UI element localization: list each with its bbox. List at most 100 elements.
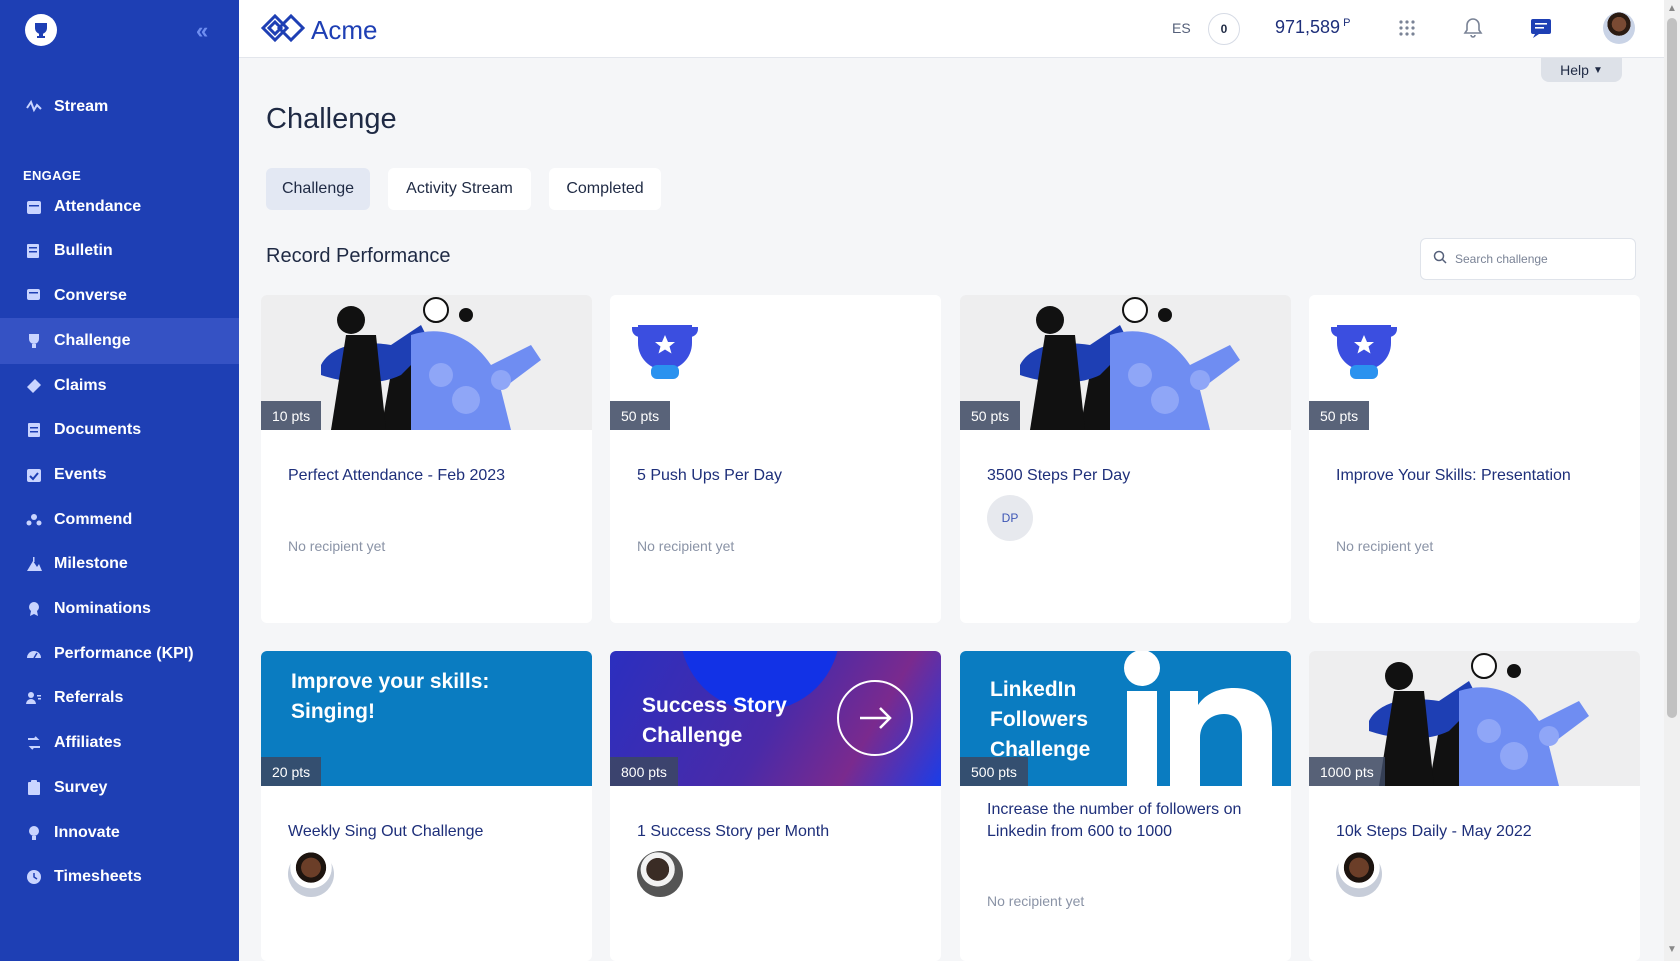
sidebar-item-label: Converse bbox=[54, 287, 127, 304]
tab-activity-stream[interactable]: Activity Stream bbox=[388, 168, 531, 210]
sidebar-item-bulletin[interactable]: Bulletin bbox=[0, 228, 239, 274]
brand[interactable]: Acme bbox=[260, 12, 378, 49]
calendar-icon bbox=[25, 198, 43, 216]
bell-icon[interactable] bbox=[1461, 16, 1485, 40]
commend-icon bbox=[25, 511, 43, 529]
stream-icon bbox=[25, 98, 43, 116]
lightbulb-icon bbox=[25, 824, 43, 842]
sidebar-item-affiliates[interactable]: Affiliates bbox=[0, 720, 239, 766]
card-title[interactable]: 5 Push Ups Per Day bbox=[637, 465, 927, 487]
sidebar-item-performance[interactable]: Performance (KPI) bbox=[0, 631, 239, 677]
tab-completed[interactable]: Completed bbox=[549, 168, 661, 210]
survey-icon bbox=[25, 779, 43, 797]
sidebar-item-attendance[interactable]: Attendance bbox=[0, 184, 239, 230]
recipient-status: No recipient yet bbox=[1336, 538, 1434, 554]
milestone-icon bbox=[25, 555, 43, 573]
sidebar-item-challenge[interactable]: Challenge bbox=[0, 318, 239, 364]
recipient-avatar[interactable]: DP bbox=[987, 495, 1033, 541]
card-title[interactable]: 1 Success Story per Month bbox=[637, 821, 927, 843]
sidebar-item-events[interactable]: Events bbox=[0, 452, 239, 498]
scrollbar[interactable]: ▲ ▼ bbox=[1664, 0, 1680, 961]
chat-icon bbox=[25, 287, 43, 305]
search-box[interactable] bbox=[1420, 238, 1636, 280]
challenge-card[interactable]: Improve your skills: Singing! 20 pts Wee… bbox=[261, 651, 592, 961]
top-bar: Acme ES 0 971,589 P bbox=[239, 0, 1664, 58]
sidebar-item-label: Bulletin bbox=[54, 242, 113, 259]
points-badge: 20 pts bbox=[261, 757, 322, 786]
challenge-card[interactable]: 10 pts Perfect Attendance - Feb 2023 No … bbox=[261, 295, 592, 623]
card-title[interactable]: Increase the number of followers on Link… bbox=[987, 799, 1277, 843]
sidebar-item-label: Milestone bbox=[54, 555, 128, 572]
card-title[interactable]: Weekly Sing Out Challenge bbox=[288, 821, 578, 843]
language-switch[interactable]: ES bbox=[1172, 20, 1191, 36]
scroll-thumb[interactable] bbox=[1667, 18, 1677, 718]
points-badge: 500 pts bbox=[960, 757, 1028, 786]
card-image: LinkedIn Followers Challenge 500 pts bbox=[960, 651, 1291, 786]
challenge-card[interactable]: LinkedIn Followers Challenge 500 pts Inc… bbox=[960, 651, 1291, 961]
apps-grid-icon[interactable] bbox=[1395, 16, 1419, 40]
sidebar-item-documents[interactable]: Documents bbox=[0, 407, 239, 453]
card-image: Improve your skills: Singing! 20 pts bbox=[261, 651, 592, 786]
sidebar-item-nominations[interactable]: Nominations bbox=[0, 586, 239, 632]
notification-count-badge[interactable]: 0 bbox=[1208, 13, 1240, 45]
points-badge: 10 pts bbox=[261, 401, 322, 430]
gauge-icon bbox=[25, 645, 43, 663]
sidebar-item-label: Survey bbox=[54, 779, 108, 796]
recipient-avatar[interactable] bbox=[288, 851, 334, 897]
points-balance[interactable]: 971,589 P bbox=[1275, 17, 1350, 38]
banner-text: Improve your skills: Singing! bbox=[291, 670, 490, 723]
challenge-card[interactable]: 1000 pts 10k Steps Daily - May 2022 bbox=[1309, 651, 1640, 961]
sidebar-item-label: Referrals bbox=[54, 689, 124, 706]
recipient-status: No recipient yet bbox=[987, 893, 1085, 909]
sidebar-item-converse[interactable]: Converse bbox=[0, 273, 239, 319]
points-badge: 1000 pts bbox=[1309, 757, 1385, 786]
tab-challenge[interactable]: Challenge bbox=[266, 168, 370, 210]
banner-text: LinkedIn Followers Challenge bbox=[990, 678, 1091, 761]
scroll-down-icon[interactable]: ▼ bbox=[1667, 944, 1677, 955]
brand-logo-icon bbox=[260, 12, 306, 49]
banner-text: Success Story Challenge bbox=[642, 694, 787, 747]
scroll-up-icon[interactable]: ▲ bbox=[1667, 3, 1677, 14]
points-badge: 50 pts bbox=[1309, 401, 1370, 430]
sidebar-item-claims[interactable]: Claims bbox=[0, 363, 239, 409]
trophy-icon bbox=[25, 332, 43, 350]
card-title[interactable]: Improve Your Skills: Presentation bbox=[1336, 465, 1626, 487]
sidebar-item-timesheets[interactable]: Timesheets bbox=[0, 854, 239, 900]
challenge-card[interactable]: Success Story Challenge 800 pts 1 Succes… bbox=[610, 651, 941, 961]
card-title[interactable]: 3500 Steps Per Day bbox=[987, 465, 1277, 487]
search-input[interactable] bbox=[1455, 252, 1625, 266]
card-image: Success Story Challenge 800 pts bbox=[610, 651, 941, 786]
search-icon bbox=[1433, 250, 1447, 269]
sidebar-section-label: ENGAGE bbox=[23, 168, 82, 183]
page-title: Challenge bbox=[266, 103, 397, 135]
points-badge: 800 pts bbox=[610, 757, 678, 786]
help-label: Help bbox=[1560, 62, 1589, 78]
challenge-card[interactable]: 50 pts 5 Push Ups Per Day No recipient y… bbox=[610, 295, 941, 623]
sidebar-item-stream[interactable]: Stream bbox=[0, 84, 239, 130]
sidebar-item-label: Documents bbox=[54, 421, 142, 438]
sidebar-item-innovate[interactable]: Innovate bbox=[0, 810, 239, 856]
brand-name: Acme bbox=[311, 15, 378, 45]
chevron-down-icon: ▼ bbox=[1592, 64, 1603, 76]
referral-icon bbox=[25, 689, 43, 707]
recipient-avatar[interactable] bbox=[1336, 851, 1382, 897]
sidebar-item-commend[interactable]: Commend bbox=[0, 497, 239, 543]
sidebar-item-referrals[interactable]: Referrals bbox=[0, 675, 239, 721]
card-title[interactable]: 10k Steps Daily - May 2022 bbox=[1336, 821, 1626, 843]
sidebar-item-milestone[interactable]: Milestone bbox=[0, 541, 239, 587]
messages-icon[interactable] bbox=[1529, 16, 1553, 40]
collapse-sidebar-icon[interactable]: « bbox=[196, 18, 208, 44]
challenge-card[interactable]: 50 pts Improve Your Skills: Presentation… bbox=[1309, 295, 1640, 623]
sidebar-item-label: Performance (KPI) bbox=[54, 645, 194, 662]
section-title: Record Performance bbox=[266, 245, 451, 267]
challenge-card[interactable]: 50 pts 3500 Steps Per Day DP bbox=[960, 295, 1291, 623]
sidebar-item-label: Nominations bbox=[54, 600, 151, 617]
app-logo-icon[interactable] bbox=[25, 14, 57, 46]
sidebar-item-survey[interactable]: Survey bbox=[0, 765, 239, 811]
card-title[interactable]: Perfect Attendance - Feb 2023 bbox=[288, 465, 578, 487]
recipient-avatar[interactable] bbox=[637, 851, 683, 897]
user-avatar[interactable] bbox=[1603, 12, 1635, 44]
points-badge: 50 pts bbox=[610, 401, 671, 430]
help-dropdown[interactable]: Help ▼ bbox=[1541, 58, 1622, 82]
sidebar: « Stream ENGAGE Attendance Bulletin Conv… bbox=[0, 0, 239, 961]
